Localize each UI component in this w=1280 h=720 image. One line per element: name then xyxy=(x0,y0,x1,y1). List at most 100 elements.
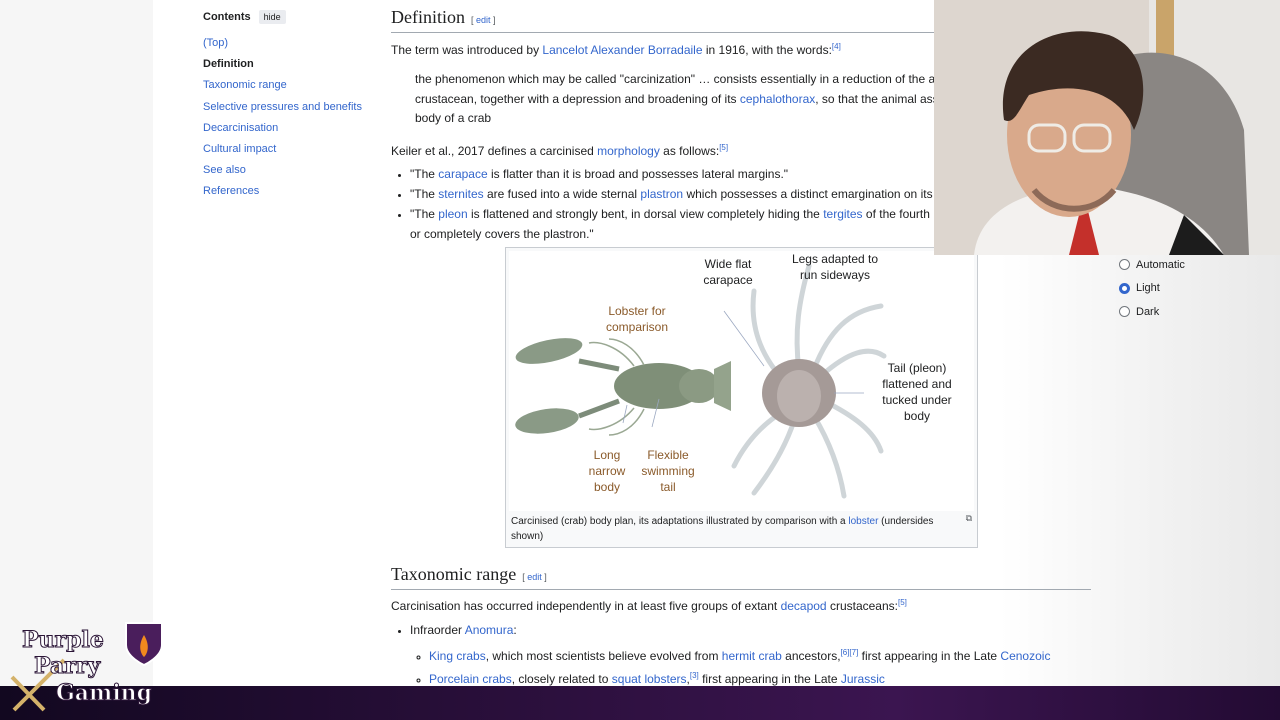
toc-list: (Top) Definition Taxonomic range Selecti… xyxy=(203,36,378,206)
label-long-l2: narrow xyxy=(589,464,626,478)
label-wide-l1: Wide flat xyxy=(705,257,752,271)
porc-mid: , closely related to xyxy=(511,672,612,686)
criteria-sternites: "The sternites are fused into a wide ste… xyxy=(410,184,970,204)
label-flexible-l2: swimming xyxy=(641,464,694,478)
quote-line-2: crustacean, together with a depression a… xyxy=(415,90,955,110)
king-tail: first appearing in the Late xyxy=(858,649,1001,663)
stream-bottom-bar xyxy=(0,686,1280,720)
toc-item-definition[interactable]: Definition xyxy=(203,57,378,78)
toc-item-see-also[interactable]: See also xyxy=(203,163,378,184)
logo-line-2: Parry xyxy=(34,653,101,679)
plastron-link[interactable]: plastron xyxy=(640,187,683,201)
radio-light[interactable] xyxy=(1119,282,1130,294)
taxonomic-edit: [ edit ] xyxy=(522,572,547,582)
squat-lobsters-link[interactable]: squat lobsters xyxy=(612,672,687,686)
radio-dark[interactable] xyxy=(1119,306,1130,318)
keiler-text-2: as follows: xyxy=(659,144,720,158)
tergites-link[interactable]: tergites xyxy=(823,207,862,221)
taxonomic-intro-text-2: crustaceans: xyxy=(826,599,898,613)
option-light[interactable]: Light xyxy=(1119,277,1185,301)
toc-item-references[interactable]: References xyxy=(203,184,378,205)
decapod-link[interactable]: decapod xyxy=(781,599,827,613)
webcam-overlay xyxy=(934,0,1280,255)
label-lobster-l1: Lobster for xyxy=(608,304,665,318)
keiler-text: Keiler et al., 2017 defines a carcinised xyxy=(391,144,598,158)
porc-tail: first appearing in the Late xyxy=(698,672,841,686)
sternites-link[interactable]: sternites xyxy=(438,187,483,201)
borradaile-link[interactable]: Lancelot Alexander Borradaile xyxy=(542,43,702,57)
ref-5b[interactable]: [5] xyxy=(898,598,907,607)
morphology-link[interactable]: morphology xyxy=(597,144,660,158)
carapace-link[interactable]: carapace xyxy=(438,167,487,181)
crab-lobster-illustration[interactable]: Lobster for comparison Long narrow body Fle… xyxy=(509,251,974,511)
toc-item-decarcinisation[interactable]: Decarcinisation xyxy=(203,121,378,142)
label-long-l3: body xyxy=(594,480,620,494)
borradaile-quote: the phenomenon which may be called "carc… xyxy=(415,70,955,129)
b3-line-2: or completely covers the plastron." xyxy=(410,227,594,241)
criteria-carapace: "The carapace is flatter than it is broa… xyxy=(410,164,970,184)
hermit-crab-link[interactable]: hermit crab xyxy=(722,649,782,663)
label-flexible-l1: Flexible xyxy=(647,448,689,462)
definition-edit-link[interactable]: edit xyxy=(476,15,491,25)
definition-intro-text-2: in 1916, with the words: xyxy=(702,43,832,57)
porcelain-crabs-link[interactable]: Porcelain crabs xyxy=(429,672,512,686)
ref-3[interactable]: [3] xyxy=(690,671,699,680)
caption-text: Carcinised (crab) body plan, its adaptat… xyxy=(511,516,849,527)
taxonomic-edit-link[interactable]: edit xyxy=(527,572,542,582)
lobster-link[interactable]: lobster xyxy=(848,516,878,527)
toc-hide-button[interactable]: hide xyxy=(258,10,286,24)
label-tail-l3: tucked under xyxy=(882,393,951,407)
option-dark[interactable]: Dark xyxy=(1119,300,1185,324)
label-flexible-l3: tail xyxy=(660,480,675,494)
ref-4[interactable]: [4] xyxy=(832,42,841,51)
label-wide-l2: carapace xyxy=(703,273,753,287)
ref-6-7[interactable]: [6][7] xyxy=(841,648,859,657)
criteria-pleon: "The pleon is flattened and strongly ben… xyxy=(410,204,970,244)
taxonomic-intro: Carcinisation has occurred independently… xyxy=(391,598,907,613)
pleon-link[interactable]: pleon xyxy=(438,207,467,221)
criteria-list: "The carapace is flatter than it is broa… xyxy=(399,164,970,244)
taxonomic-intro-text: Carcinisation has occurred independently… xyxy=(391,599,781,613)
king-post: ancestors, xyxy=(781,649,841,663)
infraorder-post: : xyxy=(513,623,517,637)
webcam-feed xyxy=(934,0,1280,255)
option-automatic[interactable]: Automatic xyxy=(1119,253,1185,277)
anomura-link[interactable]: Anomura xyxy=(465,623,514,637)
toc-item-selective-pressures[interactable]: Selective pressures and benefits xyxy=(203,100,378,121)
king-crabs-link[interactable]: King crabs xyxy=(429,649,486,663)
quote-line-1: the phenomenon which may be called "carc… xyxy=(415,72,942,86)
king-crabs-item: King crabs, which most scientists believ… xyxy=(429,643,1050,666)
label-legs-l1: Legs adapted to xyxy=(792,252,878,266)
toc-item-cultural-impact[interactable]: Cultural impact xyxy=(203,142,378,163)
toc-item-taxonomic-range[interactable]: Taxonomic range xyxy=(203,78,378,99)
left-gutter xyxy=(0,0,153,686)
quote-line-2-tail: , so that the animal assu xyxy=(815,91,946,106)
b3-pre: "The xyxy=(410,207,439,221)
cenozoic-link[interactable]: Cenozoic xyxy=(1000,649,1050,663)
toc-header: Contents hide xyxy=(203,8,378,26)
b3-line-1: "The pleon is flattened and strongly ben… xyxy=(410,207,943,221)
radio-automatic[interactable] xyxy=(1119,259,1130,271)
quote-line-3: body of a crab xyxy=(415,111,492,125)
infraorder-pre: Infraorder xyxy=(410,623,465,637)
toc-item-top[interactable]: (Top) xyxy=(203,36,378,57)
option-dark-label: Dark xyxy=(1136,305,1160,318)
enlarge-icon[interactable]: ⧉ xyxy=(966,513,972,524)
label-tail-l4: body xyxy=(904,409,930,423)
b1-pre: "The xyxy=(410,167,439,181)
appearance-options: Automatic Light Dark xyxy=(1119,253,1185,324)
ref-5[interactable]: [5] xyxy=(719,143,728,152)
label-lobster-l2: comparison xyxy=(606,320,668,334)
king-mid: , which most scientists believe evolved … xyxy=(485,649,722,663)
b1-post: is flatter than it is broad and possesse… xyxy=(487,167,789,181)
b3-post: of the fourth pl xyxy=(862,207,943,221)
taxonomic-heading: Taxonomic range [ edit ] xyxy=(391,564,1091,590)
cephalothorax-link[interactable]: cephalothorax xyxy=(740,92,815,106)
definition-edit: [ edit ] xyxy=(471,15,496,25)
definition-intro-text: The term was introduced by xyxy=(391,43,543,57)
label-tail-l1: Tail (pleon) xyxy=(888,361,947,375)
definition-intro: The term was introduced by Lancelot Alex… xyxy=(391,42,841,57)
crab-lobster-figure: Lobster for comparison Long narrow body Fle… xyxy=(505,247,978,548)
b2-mid: are fused into a wide sternal xyxy=(483,187,641,201)
jurassic-link[interactable]: Jurassic xyxy=(841,672,885,686)
